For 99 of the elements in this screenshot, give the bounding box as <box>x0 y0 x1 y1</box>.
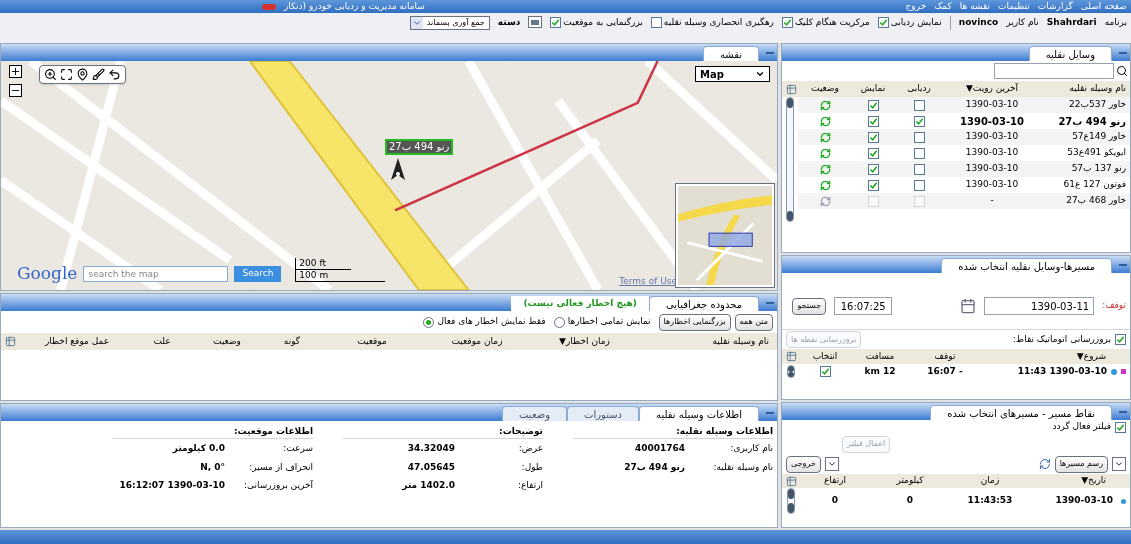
column-header: ردیابی <box>906 82 932 96</box>
date-field[interactable]: 1390-03-11 <box>984 297 1095 315</box>
button[interactable]: بزرگنمایی اخطارها <box>658 313 731 331</box>
column-header: علت <box>152 334 172 348</box>
field-value: N, 0° <box>199 460 225 474</box>
column-header: کیلومتر <box>895 474 925 488</box>
field-label: نام وسیله نقلیه: <box>712 460 773 474</box>
menu-link[interactable]: گزارشات <box>1037 0 1073 14</box>
button[interactable]: جستجو <box>792 297 827 315</box>
radio-label: نمایش تمامی اخطارها <box>567 315 651 329</box>
field-value: 1402.0 متر <box>401 479 455 493</box>
distance: km 12 <box>863 364 897 378</box>
last-seen-date: 1390-03-10 <box>964 130 1020 144</box>
stop-time: 16:07 - <box>926 364 964 378</box>
menu-link[interactable]: تنظیمات <box>998 0 1030 14</box>
program-name: Shahrdari <box>1046 16 1097 29</box>
last-seen-date: 1390-03-10 <box>959 114 1025 129</box>
field-value: 16:12:07 1390-03-10 <box>118 479 225 492</box>
field-label: انحراف از مسیر: <box>248 460 313 474</box>
column-header: مسافت <box>864 349 896 363</box>
column-header: تاریخ▼ <box>1080 474 1107 488</box>
menu-link[interactable]: کمک <box>934 0 952 14</box>
column-header: زمان موقعیت <box>450 334 504 348</box>
column-header: وضعیت <box>810 82 840 96</box>
column-header: موقعیت <box>356 334 388 348</box>
button[interactable]: خروجی <box>786 455 821 473</box>
vehicle-name: خاور 468 ب27 <box>1065 194 1127 208</box>
column-header: نام وسیله نقلیه <box>711 334 770 348</box>
option-label: مرکزیت هنگام کلیک <box>794 16 870 29</box>
last-seen-date: 1390-03-10 <box>964 178 1020 192</box>
panel-tab[interactable]: دستورات <box>567 406 640 421</box>
column-header: گونه <box>282 334 302 348</box>
column-header: نام وسیله نقلیه <box>1068 82 1127 96</box>
column-header: زمان <box>979 474 1001 488</box>
column-header: انتخاب <box>811 349 839 363</box>
radio-label: فقط نمایش اخطار های فعال <box>437 315 546 329</box>
column-header: شروع▼ <box>1075 349 1107 363</box>
menu-link[interactable]: صفحه اصلی <box>1080 0 1127 14</box>
panel-tab[interactable]: نقشه <box>702 46 759 61</box>
table-cell-text: 0 <box>905 494 915 508</box>
table-cell: 1390-03-10 <box>1055 494 1113 508</box>
field-value: رنو 494 ب27 <box>623 460 685 474</box>
option-label: رهگیری انحصاری وسیله نقلیه <box>663 16 774 29</box>
section-title: توضیحات: <box>343 425 543 439</box>
panel-tab[interactable]: اطلاعات وسیله نقلیه <box>639 406 759 421</box>
column-header: ارتفاع <box>823 474 847 488</box>
app-title: سامانه مدیریت و ردیابی خودرو (دنکار <box>284 0 425 13</box>
last-seen-date: 1390-03-10 <box>964 146 1020 160</box>
option-label: نمایش ردیابی <box>890 16 942 29</box>
vehicle-name: خاور 537ب22 <box>1068 98 1127 112</box>
field-label: عرض: <box>517 442 543 455</box>
column-header: عمل موقع اخطار <box>43 334 111 348</box>
user-name: novinco <box>958 16 999 29</box>
vehicle-name: ایویکو 491ع53 <box>1066 146 1127 160</box>
field-value: 0.0 کیلومتر <box>171 442 225 455</box>
column-header: وضعیت <box>212 334 242 348</box>
panel-tab[interactable]: وسایل نقلیه <box>1028 46 1112 61</box>
field-value: 34.32049 <box>406 442 455 455</box>
last-seen-date: 1390-03-10 <box>964 98 1020 112</box>
section-title: اطلاعات وسیله نقلیه: <box>573 425 773 439</box>
field-label: سرعت: <box>282 442 313 455</box>
button[interactable]: رسم مسیرها <box>1054 455 1108 473</box>
filter-label: فیلتر فعال گردد <box>1052 420 1111 434</box>
panel-tab[interactable]: نقاط مسیر - مسیرهای انتخاب شده <box>930 405 1112 420</box>
panel-tab[interactable]: وضعیت <box>502 406 568 421</box>
vehicle-name: خاور 149ع57 <box>1071 130 1127 144</box>
last-seen-date: 1390-03-10 <box>964 162 1020 176</box>
field-label: نام کاربری: <box>729 442 773 455</box>
column-header: آخرین رویت▼ <box>964 82 1020 96</box>
column-header: زمان اخطار▼ <box>558 334 611 348</box>
alert-status: (هیچ اخطار فعالی نیست) <box>511 296 649 311</box>
column-header: توقف <box>933 349 957 363</box>
column-header: نمایش <box>859 82 887 96</box>
time-field[interactable]: 16:07:25 <box>834 297 893 315</box>
last-seen-date: - <box>989 194 995 208</box>
group-select[interactable]: جمع آوری پسماند <box>409 16 490 30</box>
table-cell-text: 11:43:53 <box>966 494 1014 508</box>
menu-link[interactable]: خروج <box>905 0 927 14</box>
field-label: طول: <box>520 460 543 474</box>
vehicle-name: رنو 494 ب27 <box>1057 114 1127 129</box>
auto-update-label: بروزرسانی اتوماتیک نقاط: <box>1012 332 1111 346</box>
program-label: برنامه <box>1104 16 1127 29</box>
table-cell-text: 0 <box>830 494 840 508</box>
field-label: ارتفاع: <box>516 479 543 492</box>
panel-tab[interactable]: محدوده جغرافیایی <box>648 296 759 311</box>
vehicle-name: فوتون 127 ع61 <box>1062 178 1127 192</box>
panel-tab[interactable]: مسیرها-وسایل نقلیه انتخاب شده <box>941 258 1112 273</box>
field-label: آخرین بروزرسانی: <box>242 479 313 492</box>
option-label: بزرگنمایی به موقعیت <box>563 16 643 29</box>
button[interactable]: متن همه <box>734 313 773 331</box>
section-title: اطلاعات موقعیت: <box>113 425 313 439</box>
field-value: 47.05645 <box>406 460 455 474</box>
group-label: دسته <box>497 16 521 29</box>
user-label: نام کاربر <box>1006 16 1039 29</box>
stop-label: توقف: <box>1102 299 1126 313</box>
field-value: 40001764 <box>633 442 685 455</box>
menu-link[interactable]: نقشه ها <box>959 0 991 14</box>
vehicle-name: رنو 137 ب57 <box>1070 162 1127 176</box>
start-time: 11:43 1390-03-10 <box>1017 364 1107 378</box>
